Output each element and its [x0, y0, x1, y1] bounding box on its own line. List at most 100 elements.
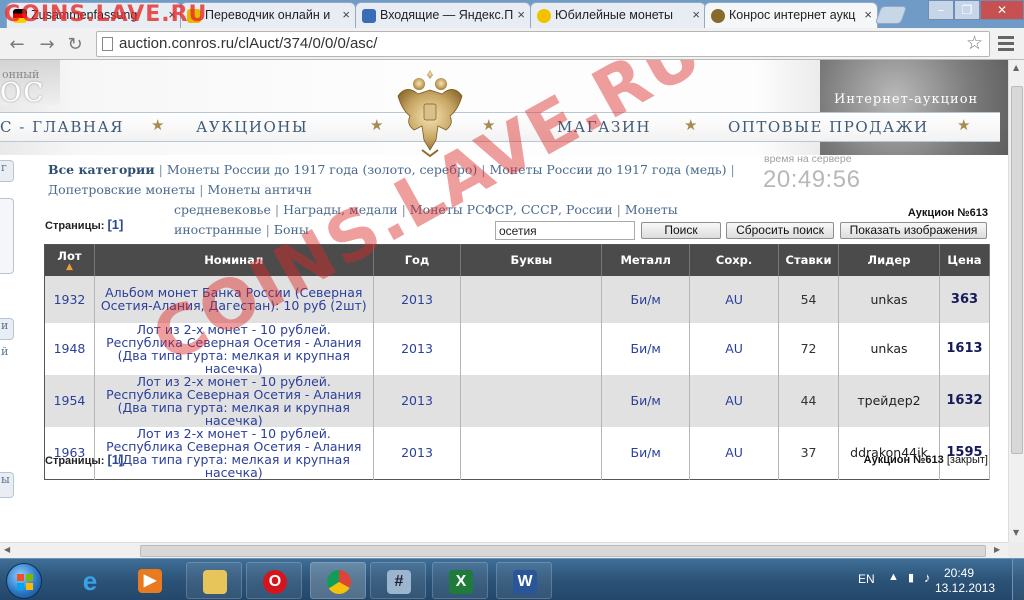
search-button[interactable]: Поиск — [641, 222, 721, 239]
col-header-letters[interactable]: Буквы — [460, 244, 603, 276]
address-bar[interactable]: auction.conros.ru/clAuct/374/0/0/0/asc/ … — [96, 31, 990, 57]
media-player-icon[interactable]: ▶ — [122, 562, 178, 599]
minimize-button[interactable]: – — [928, 0, 954, 20]
cell-grade[interactable]: AU — [689, 275, 780, 323]
scroll-left-icon[interactable]: ◀ — [4, 545, 10, 554]
vertical-scroll-thumb[interactable] — [1011, 86, 1023, 454]
scroll-right-icon[interactable]: ▶ — [994, 545, 1000, 554]
cell-metal[interactable]: Би/м — [601, 426, 691, 479]
cell-metal[interactable]: Би/м — [601, 322, 691, 375]
cell-nominal[interactable]: Лот из 2-х монет - 10 рублей. Республика… — [94, 374, 374, 427]
vertical-scrollbar[interactable]: ▲ ▼ — [1008, 60, 1024, 542]
browser-menu-icon[interactable] — [998, 36, 1014, 52]
tab-close-icon[interactable]: × — [342, 7, 350, 22]
volume-icon[interactable]: ♪ — [924, 570, 931, 585]
search-input[interactable] — [495, 221, 635, 240]
col-header-price[interactable]: Цена — [939, 244, 991, 276]
category-link[interactable]: Награды, медали — [283, 202, 398, 217]
excel-icon[interactable]: X — [432, 562, 488, 599]
cell-grade[interactable]: AU — [689, 426, 780, 479]
scroll-up-icon[interactable]: ▲ — [1013, 63, 1019, 72]
cell-year[interactable]: 2013 — [373, 426, 462, 479]
reset-search-button[interactable]: Сбросить поиск — [726, 222, 834, 239]
calculator-icon[interactable]: # — [370, 562, 426, 599]
close-window-button[interactable]: ✕ — [980, 0, 1024, 20]
tab-coins-forum[interactable]: Юбилейные монеты × — [530, 2, 706, 28]
cell-year[interactable]: 2013 — [373, 322, 462, 375]
tab-label: Переводчик онлайн и — [205, 8, 331, 22]
left-panel-tab[interactable]: ы — [0, 472, 14, 498]
category-link[interactable]: Боны — [274, 222, 309, 237]
left-panel-tab[interactable]: г — [0, 160, 14, 182]
category-link[interactable]: Монеты России до 1917 года (золото, сере… — [167, 162, 477, 177]
tab-zusammenfassung[interactable]: Zusammenfassung × — [6, 2, 182, 28]
taskbar-clock[interactable]: 20:49 13.12.2013 — [935, 566, 995, 596]
category-link[interactable]: Монеты России до 1917 года (медь) — [489, 162, 726, 177]
cell-nominal[interactable]: Лот из 2-х монет - 10 рублей. Республика… — [94, 322, 374, 375]
tab-conros-auction[interactable]: Конрос интернет аукц × — [704, 2, 878, 28]
tab-close-icon[interactable]: × — [692, 7, 700, 22]
web-page: онный ОС Интернет-аукцион С - ГЛАВНАЯ ★ … — [0, 60, 1008, 542]
col-header-bids[interactable]: Ставки — [778, 244, 840, 276]
table-row[interactable]: 1948 Лот из 2-х монет - 10 рублей. Респу… — [44, 322, 991, 375]
forward-arrow-icon[interactable]: → — [36, 34, 58, 56]
cell-lot[interactable]: 1932 — [44, 275, 95, 323]
reload-icon[interactable]: ↻ — [64, 34, 86, 56]
show-images-button[interactable]: Показать изображения — [840, 222, 987, 239]
table-row[interactable]: 1954 Лот из 2-х монет - 10 рублей. Респу… — [44, 374, 991, 427]
menu-item-home[interactable]: С - ГЛАВНАЯ — [0, 118, 124, 136]
cell-metal[interactable]: Би/м — [601, 374, 691, 427]
sort-asc-icon[interactable]: ▲ — [45, 263, 94, 272]
tab-yandex-mail[interactable]: Входящие — Яндекс.П × — [355, 2, 531, 28]
cell-year[interactable]: 2013 — [373, 374, 462, 427]
network-icon[interactable]: ▮ — [908, 571, 914, 584]
horizontal-scrollbar[interactable]: ◀ ▶ — [0, 542, 1008, 558]
cell-nominal[interactable]: Лот из 2-х монет - 10 рублей. Республика… — [94, 426, 374, 479]
menu-item-shop[interactable]: МАГАЗИН — [557, 118, 651, 136]
chrome-icon[interactable] — [310, 562, 366, 599]
col-header-grade[interactable]: Сохр. — [689, 244, 780, 276]
col-header-nominal[interactable]: Номинал — [94, 244, 374, 276]
word-icon[interactable]: W — [496, 562, 552, 599]
tab-translator[interactable]: Переводчик онлайн и × — [180, 2, 356, 28]
col-header-metal[interactable]: Металл — [601, 244, 691, 276]
opera-icon[interactable]: O — [246, 562, 302, 599]
cell-nominal[interactable]: Альбом монет Банка России (Северная Осет… — [94, 275, 374, 323]
cell-lot[interactable]: 1948 — [44, 322, 95, 375]
col-header-year[interactable]: Год — [373, 244, 462, 276]
col-header-lot[interactable]: Лот ▲ — [44, 244, 95, 276]
tab-close-icon[interactable]: × — [168, 7, 176, 22]
start-button[interactable] — [6, 563, 42, 599]
menu-item-auctions[interactable]: АУКЦИОНЫ — [196, 118, 308, 136]
file-explorer-icon[interactable] — [186, 562, 242, 599]
cell-grade[interactable]: AU — [689, 322, 780, 375]
category-link[interactable]: средневековье — [174, 202, 271, 217]
category-link[interactable]: Монеты РСФСР, СССР, России — [410, 202, 613, 217]
horizontal-scroll-thumb[interactable] — [140, 545, 986, 557]
back-arrow-icon[interactable]: ← — [6, 34, 28, 56]
page-link[interactable]: [1] — [107, 452, 123, 467]
tab-close-icon[interactable]: × — [517, 7, 525, 22]
show-desktop-button[interactable] — [1012, 559, 1024, 600]
table-row[interactable]: 1932 Альбом монет Банка России (Северная… — [44, 275, 991, 323]
maximize-button[interactable]: ❐ — [954, 0, 980, 20]
menu-item-wholesale[interactable]: ОПТОВЫЕ ПРОДАЖИ — [728, 118, 929, 136]
col-header-leader[interactable]: Лидер — [838, 244, 940, 276]
language-indicator[interactable]: EN — [858, 572, 875, 586]
category-link[interactable]: Монеты античн — [207, 182, 312, 197]
table-row[interactable]: 1963 Лот из 2-х монет - 10 рублей. Респу… — [44, 426, 991, 479]
left-panel-tab[interactable]: и — [0, 318, 14, 340]
cell-metal[interactable]: Би/м — [601, 275, 691, 323]
scroll-down-icon[interactable]: ▼ — [1013, 528, 1019, 537]
internet-explorer-icon[interactable]: e — [62, 562, 118, 599]
bookmark-star-icon[interactable]: ☆ — [966, 32, 983, 55]
cell-grade[interactable]: AU — [689, 374, 780, 427]
category-all[interactable]: Все категории — [48, 162, 155, 177]
cell-lot[interactable]: 1954 — [44, 374, 95, 427]
category-link[interactable]: Допетровские монеты — [48, 182, 195, 197]
page-link[interactable]: [1] — [107, 217, 123, 232]
cell-year[interactable]: 2013 — [373, 275, 462, 323]
new-tab-button[interactable] — [874, 6, 908, 24]
tray-expand-icon[interactable]: ▲ — [888, 571, 899, 583]
tab-close-icon[interactable]: × — [864, 7, 872, 22]
